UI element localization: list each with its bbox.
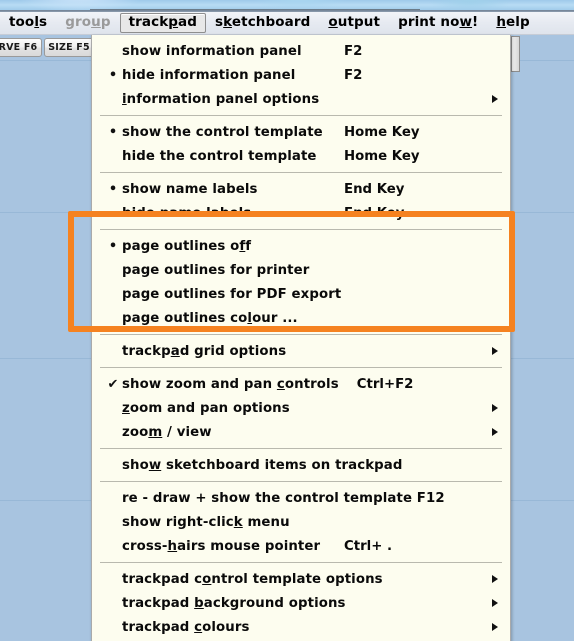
menu-item-label: show right-click menu [122,514,290,530]
trackpad-dropdown-menu: show information panel F2 • hide informatio… [91,35,511,641]
menu-item-trackpad-colours[interactable]: trackpad colours [92,615,510,639]
radio-bullet-icon: • [108,124,118,140]
menu-item-label: show the control template [122,124,323,140]
menu-item-re-draw-show-the-control-template-f12[interactable]: re - draw + show the control template F1… [92,486,510,510]
menu-bar: tools group trackpad sketchboard output print… [0,12,574,35]
menu-item-label: page outlines off [122,238,252,254]
curve-toolbar-button[interactable]: URVE F6 [0,38,42,57]
menubar-item-output[interactable]: output [319,13,389,33]
menu-item-label: show sketchboard items on trackpad [122,457,403,473]
curve-toolbar-button-label: URVE F6 [0,42,38,53]
menu-item-hide-information-panel[interactable]: • hide information panel F2 [92,63,510,87]
menu-item-zoom-and-pan-options[interactable]: zoom and pan options [92,396,510,420]
menu-item-page-outlines-for-printer[interactable]: page outlines for printer [92,258,510,282]
menu-item-show-information-panel[interactable]: show information panel F2 [92,39,510,63]
menu-item-shortcut: F2 [344,43,363,59]
submenu-arrow-icon [492,623,498,631]
checkmark-icon: ✔ [107,376,119,392]
menu-item-hide-name-labels[interactable]: hide name labels End Key [92,201,510,225]
radio-bullet-icon: • [108,67,118,83]
menu-item-label: hide information panel [122,67,296,83]
menu-separator [100,229,502,230]
menu-item-label: trackpad control template options [122,571,383,587]
scrollbar-thumb[interactable] [511,36,520,72]
menubar-item-group: group [65,14,111,30]
submenu-arrow-icon [492,428,498,436]
menubar-item-print-now[interactable]: print now! [389,13,487,33]
menu-item-label: zoom and pan options [122,400,290,416]
menu-item-show-the-control-template[interactable]: • show the control template Home Key [92,120,510,144]
menu-item-shortcut: End Key [344,181,405,197]
menu-item-label: page outlines colour ... [122,310,298,326]
submenu-arrow-icon [492,404,498,412]
menu-item-label: trackpad background options [122,595,346,611]
menu-separator [100,562,502,563]
menu-item-show-right-click-menu[interactable]: show right-click menu [92,510,510,534]
menu-item-page-outlines-colour[interactable]: page outlines colour ... [92,306,510,330]
menu-item-trackpad-background-options[interactable]: trackpad background options [92,591,510,615]
menu-item-show-zoom-and-pan-controls[interactable]: ✔ show zoom and pan controls Ctrl+F2 [92,372,510,396]
submenu-arrow-icon [492,347,498,355]
menu-item-trackpad-grid-options[interactable]: trackpad grid options [92,339,510,363]
menu-item-label: show name labels [122,181,258,197]
menu-item-cross-hairs-mouse-pointer[interactable]: cross-hairs mouse pointer Ctrl+ . [92,534,510,558]
menu-separator [100,115,502,116]
menu-item-label: page outlines for PDF export [122,286,342,302]
menu-item-label: trackpad colours [122,619,250,635]
menu-item-shortcut: Home Key [344,124,420,140]
menu-item-label: zoom / view [122,424,212,440]
menu-item-label: cross-hairs mouse pointer [122,538,321,554]
menu-item-show-sketchboard-items-on-trackpad[interactable]: show sketchboard items on trackpad [92,453,510,477]
submenu-arrow-icon [492,599,498,607]
menu-item-shortcut: Ctrl+ . [344,538,393,554]
menu-item-label: hide the control template [122,148,317,164]
menu-item-page-outlines-off[interactable]: • page outlines off [92,234,510,258]
size-toolbar-button[interactable]: SIZE F5 [44,38,94,57]
menu-item-zoom-view[interactable]: zoom / view [92,420,510,444]
menu-item-show-name-labels[interactable]: • show name labels End Key [92,177,510,201]
menu-separator [100,334,502,335]
menubar-item-help[interactable]: help [487,13,538,33]
radio-bullet-icon: • [108,238,118,254]
app-window: tools group trackpad sketchboard output print… [0,0,574,641]
menu-item-shortcut: Home Key [344,148,420,164]
menu-item-shortcut: Ctrl+F2 [356,376,414,392]
menu-item-label: information panel options [122,91,320,107]
menu-item-label: re - draw + show the control template F1… [122,490,445,506]
menu-item-page-outlines-for-pdf-export[interactable]: page outlines for PDF export [92,282,510,306]
size-toolbar-button-label: SIZE F5 [48,42,90,53]
radio-bullet-icon: • [108,181,118,197]
menubar-item-sketchboard[interactable]: sketchboard [206,13,319,33]
submenu-arrow-icon [492,95,498,103]
menu-item-label: page outlines for printer [122,262,310,278]
menu-item-hide-the-control-template[interactable]: hide the control template Home Key [92,144,510,168]
menu-item-label: hide name labels [122,205,252,221]
menubar-item-trackpad[interactable]: trackpad [119,13,207,33]
menu-item-shortcut: End Key [344,205,405,221]
menu-separator [100,448,502,449]
menu-item-label: trackpad grid options [122,343,287,359]
menu-item-trackpad-control-template-options[interactable]: trackpad control template options [92,567,510,591]
menu-item-shortcut: F2 [344,67,363,83]
menubar-item-tools[interactable]: tools [0,13,56,33]
menu-item-label: show zoom and pan controls [122,376,339,392]
menu-separator [100,367,502,368]
menu-item-information-panel-options[interactable]: information panel options [92,87,510,111]
menu-item-label: show information panel [122,43,302,59]
menu-separator [100,172,502,173]
menu-separator [100,481,502,482]
submenu-arrow-icon [492,575,498,583]
